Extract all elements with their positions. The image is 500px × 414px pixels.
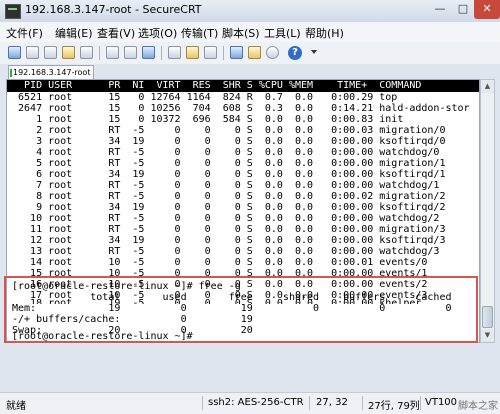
status-ready: 就绪 <box>6 401 26 412</box>
menu-view[interactable]: 查看(V) <box>97 25 135 41</box>
sftp-icon[interactable] <box>186 46 199 59</box>
window-title: 192.168.3.147-root - SecureCRT <box>25 3 202 16</box>
connect-icon[interactable] <box>8 46 21 59</box>
chevron-down-icon[interactable] <box>311 50 317 54</box>
tab-session[interactable]: 192.168.3.147-root <box>8 65 94 79</box>
toolbar-separator <box>161 46 162 60</box>
toolbar-separator <box>223 46 224 60</box>
maximize-button[interactable]: □ <box>452 0 474 19</box>
print-icon[interactable] <box>168 46 181 59</box>
menu-tools[interactable]: 工具(L) <box>264 25 301 41</box>
paste-icon[interactable] <box>124 46 137 59</box>
menu-bar: 文件(F) 编辑(E) 查看(V) 选项(O) 传输(T) 脚本(S) 工具(L… <box>0 22 500 43</box>
scrollbar-thumb[interactable] <box>482 306 493 328</box>
status-bar: 就绪 ssh2: AES-256-CTR 27, 32 27行, 79列 VT1… <box>0 392 500 414</box>
status-cursor-position: 27, 32 <box>316 397 348 408</box>
title-bar: 192.168.3.147-root - SecureCRT — □ ✕ <box>0 0 500 23</box>
settings-icon[interactable] <box>204 46 217 59</box>
status-separator <box>420 396 421 410</box>
status-separator <box>309 396 310 410</box>
copy-icon[interactable] <box>106 46 119 59</box>
quick-connect-icon[interactable] <box>26 46 39 59</box>
status-terminal-size: 27行, 79列 <box>368 401 420 412</box>
vertical-scrollbar[interactable]: ▲ ▼ <box>480 79 495 343</box>
menu-script[interactable]: 脚本(S) <box>222 25 260 41</box>
reconnect-icon[interactable] <box>62 46 75 59</box>
session-tab-bar: 192.168.3.147-root <box>0 64 500 79</box>
final-prompt-line: [root@oracle-restore-linux ~]# <box>12 331 193 342</box>
map-keys-icon[interactable] <box>266 46 279 59</box>
menu-edit[interactable]: 编辑(E) <box>55 25 93 41</box>
connect-in-tab-icon[interactable] <box>44 46 57 59</box>
terminal-app-icon <box>5 4 21 19</box>
disconnect-icon[interactable] <box>80 46 93 59</box>
status-watermark: 脚本之家 <box>458 401 498 412</box>
status-cipher: ssh2: AES-256-CTR <box>208 397 304 408</box>
securecrt-window: 192.168.3.147-root - SecureCRT — □ ✕ 文件(… <box>0 0 500 414</box>
status-terminal-type: VT100 <box>425 397 458 408</box>
find-icon[interactable] <box>142 46 155 59</box>
status-separator <box>202 396 203 410</box>
terminal-output[interactable]: PID USER PR NI VIRT RES SHR S %CPU %MEM … <box>6 79 480 343</box>
close-button[interactable]: ✕ <box>474 0 500 19</box>
top-column-header: PID USER PR NI VIRT RES SHR S %CPU %MEM … <box>7 80 479 92</box>
menu-options[interactable]: 选项(O) <box>138 25 177 41</box>
status-separator <box>362 396 363 410</box>
toolbar: ? <box>0 42 500 65</box>
scroll-up-arrow-icon[interactable]: ▲ <box>481 80 494 93</box>
menu-file[interactable]: 文件(F) <box>6 25 43 41</box>
session-options-icon[interactable] <box>230 46 243 59</box>
minimize-button[interactable]: — <box>428 0 452 19</box>
menu-help[interactable]: 帮助(H) <box>305 25 344 41</box>
toolbar-separator <box>99 46 100 60</box>
key-icon[interactable] <box>248 46 261 59</box>
help-icon[interactable]: ? <box>288 46 302 60</box>
scroll-down-arrow-icon[interactable]: ▼ <box>481 329 494 342</box>
top-header-text: PID USER PR NI VIRT RES SHR S %CPU %MEM … <box>12 80 422 91</box>
menu-transfer[interactable]: 传输(T) <box>181 25 218 41</box>
